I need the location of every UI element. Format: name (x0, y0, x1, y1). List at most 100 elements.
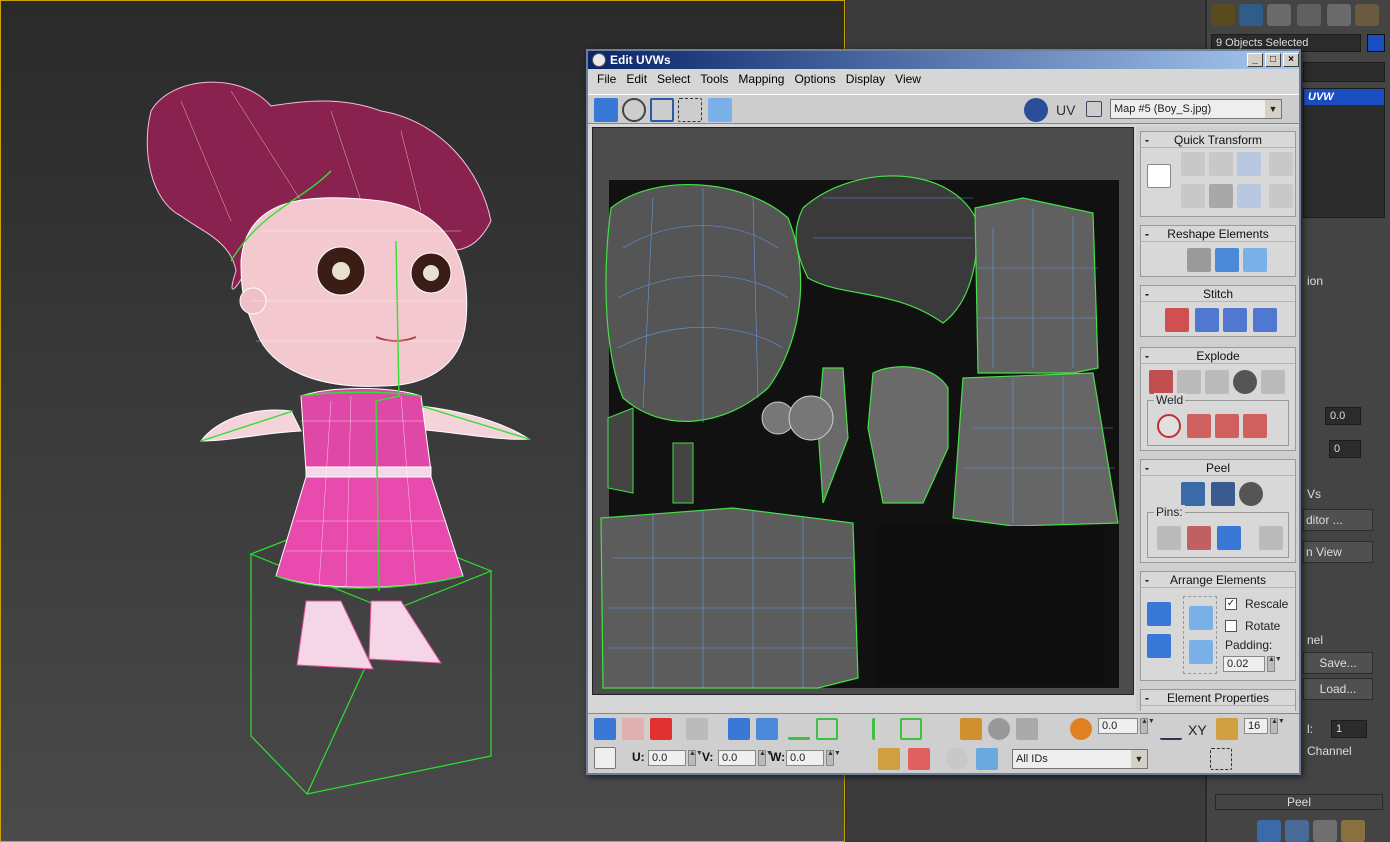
menu-edit[interactable]: Edit (621, 69, 652, 89)
w-field[interactable]: 0.0 (786, 750, 824, 766)
xy-label[interactable]: XY (1188, 722, 1207, 738)
edge-mode-icon[interactable] (622, 718, 644, 740)
rescale-checkbox[interactable]: ✓ (1225, 598, 1237, 610)
arrange-elements-header[interactable]: - Arrange Elements (1141, 572, 1295, 588)
weld-threshold-icon[interactable] (1243, 414, 1267, 438)
minimize-button[interactable]: _ (1247, 53, 1263, 67)
space-horizontal-icon[interactable] (1269, 152, 1293, 176)
pin-icon[interactable] (1341, 820, 1365, 842)
rotate-cw-icon[interactable] (1237, 152, 1261, 176)
lock-icon[interactable] (878, 748, 900, 770)
grow-selection-icon[interactable] (728, 718, 750, 740)
ids-select-dropdown[interactable]: All IDs ▼ (1012, 749, 1148, 769)
stitch-custom-icon[interactable] (1253, 308, 1277, 332)
pack-recenter-icon[interactable] (1189, 640, 1213, 664)
zoom-icon[interactable] (1184, 748, 1206, 770)
u-field[interactable]: 0.0 (648, 750, 686, 766)
padding-field[interactable]: 0.02 (1223, 656, 1265, 672)
close-button[interactable]: × (1283, 53, 1299, 67)
split-icon[interactable] (1205, 370, 1229, 394)
loop-shrink-icon[interactable] (844, 718, 866, 740)
hide-icon[interactable] (908, 748, 930, 770)
auto-pin-icon[interactable] (1217, 526, 1241, 550)
modify-icon[interactable] (1239, 4, 1263, 26)
weld-target-icon[interactable] (1157, 414, 1181, 438)
flatten-icon[interactable] (1233, 370, 1257, 394)
w-spinner[interactable]: ▲▼ (826, 750, 841, 766)
relax-icon[interactable] (1215, 248, 1239, 272)
mirror-icon[interactable] (708, 98, 732, 122)
menu-tools[interactable]: Tools (695, 69, 733, 89)
element-mode-icon[interactable] (686, 718, 708, 740)
uv-edit-canvas[interactable] (592, 127, 1134, 695)
pack-custom-icon[interactable] (1189, 606, 1213, 630)
rotate-icon[interactable] (622, 98, 646, 122)
display-icon[interactable] (1327, 4, 1351, 26)
element-properties-header[interactable]: - Element Properties (1141, 690, 1295, 706)
align-diagonal-icon[interactable] (1209, 152, 1233, 176)
value-field-2[interactable]: 0 (1329, 440, 1361, 458)
create-icon[interactable] (1211, 4, 1235, 26)
ring-shrink-icon[interactable] (930, 718, 952, 740)
loop-grow-icon[interactable] (816, 718, 838, 740)
brush-shrink-icon[interactable] (1016, 718, 1038, 740)
stitch-average-icon[interactable] (1195, 308, 1219, 332)
open-uv-editor-button[interactable]: ditor ... (1303, 509, 1373, 531)
peel-rollout-header[interactable]: Peel (1215, 794, 1383, 810)
rotate-checkbox[interactable] (1225, 620, 1237, 632)
straighten-selection-icon[interactable] (1187, 248, 1211, 272)
vertex-mode-icon[interactable] (594, 718, 616, 740)
weld-selected-icon[interactable] (1187, 414, 1211, 438)
modifier-list-dropdown[interactable] (1303, 62, 1385, 82)
reset-peel-icon[interactable] (1313, 820, 1337, 842)
shrink-selection-icon[interactable] (756, 718, 778, 740)
align-vertical-icon[interactable] (1181, 152, 1205, 176)
pin-icon[interactable] (1157, 526, 1181, 550)
freeform-icon[interactable] (678, 98, 702, 122)
stitch-to-source-icon[interactable] (1223, 308, 1247, 332)
checker-icon[interactable] (1024, 98, 1048, 122)
peel-mode-icon[interactable] (1211, 482, 1235, 506)
brush-grow-icon[interactable] (988, 718, 1010, 740)
menu-mapping[interactable]: Mapping (733, 69, 789, 89)
quick-peel-icon[interactable] (1181, 482, 1205, 506)
reshape-elements-header[interactable]: - Reshape Elements (1141, 226, 1295, 242)
peel-header[interactable]: - Peel (1141, 460, 1295, 476)
ring-grow-icon[interactable] (900, 718, 922, 740)
zoom-region-icon[interactable] (1210, 748, 1232, 770)
object-color-swatch[interactable] (1367, 34, 1385, 52)
weld-edges-icon[interactable] (1215, 414, 1239, 438)
map-select-dropdown[interactable]: Map #5 (Boy_S.jpg) ▼ (1110, 99, 1282, 119)
menu-options[interactable]: Options (789, 69, 840, 89)
tweak-in-view-button[interactable]: n View (1303, 541, 1373, 563)
unpin-icon[interactable] (1187, 526, 1211, 550)
save-button[interactable]: Save... (1303, 652, 1373, 674)
relax-settings-icon[interactable] (1243, 248, 1267, 272)
menu-view[interactable]: View (890, 69, 926, 89)
menu-select[interactable]: Select (652, 69, 695, 89)
utilities-icon[interactable] (1355, 4, 1379, 26)
loop-icon[interactable] (788, 718, 810, 740)
v-field[interactable]: 0.0 (718, 750, 756, 766)
pack-together-icon[interactable] (1147, 634, 1171, 658)
detach-edge-icon[interactable] (1177, 370, 1201, 394)
explode-options-icon[interactable] (1261, 370, 1285, 394)
menu-file[interactable]: File (592, 69, 621, 89)
v-spinner[interactable]: ▲▼ (758, 750, 773, 766)
menu-display[interactable]: Display (841, 69, 890, 89)
break-icon[interactable] (1149, 370, 1173, 394)
hierarchy-icon[interactable] (1267, 4, 1291, 26)
zoom-extents-icon[interactable] (1238, 748, 1260, 770)
uv-label[interactable]: UV (1056, 102, 1075, 118)
options-list-icon[interactable] (1086, 101, 1102, 117)
absolute-offset-icon[interactable] (594, 747, 616, 769)
load-button[interactable]: Load... (1303, 678, 1373, 700)
peel-mode-icon[interactable] (1285, 820, 1309, 842)
snap-icon[interactable] (1266, 748, 1288, 770)
pan-icon[interactable] (1158, 748, 1180, 770)
stitch-to-target-icon[interactable] (1165, 308, 1189, 332)
move-icon[interactable] (594, 98, 618, 122)
map-channel-field[interactable]: 1 (1331, 720, 1367, 738)
soft-selection-icon[interactable] (1070, 718, 1092, 740)
align-horizontal-icon[interactable] (1181, 184, 1205, 208)
